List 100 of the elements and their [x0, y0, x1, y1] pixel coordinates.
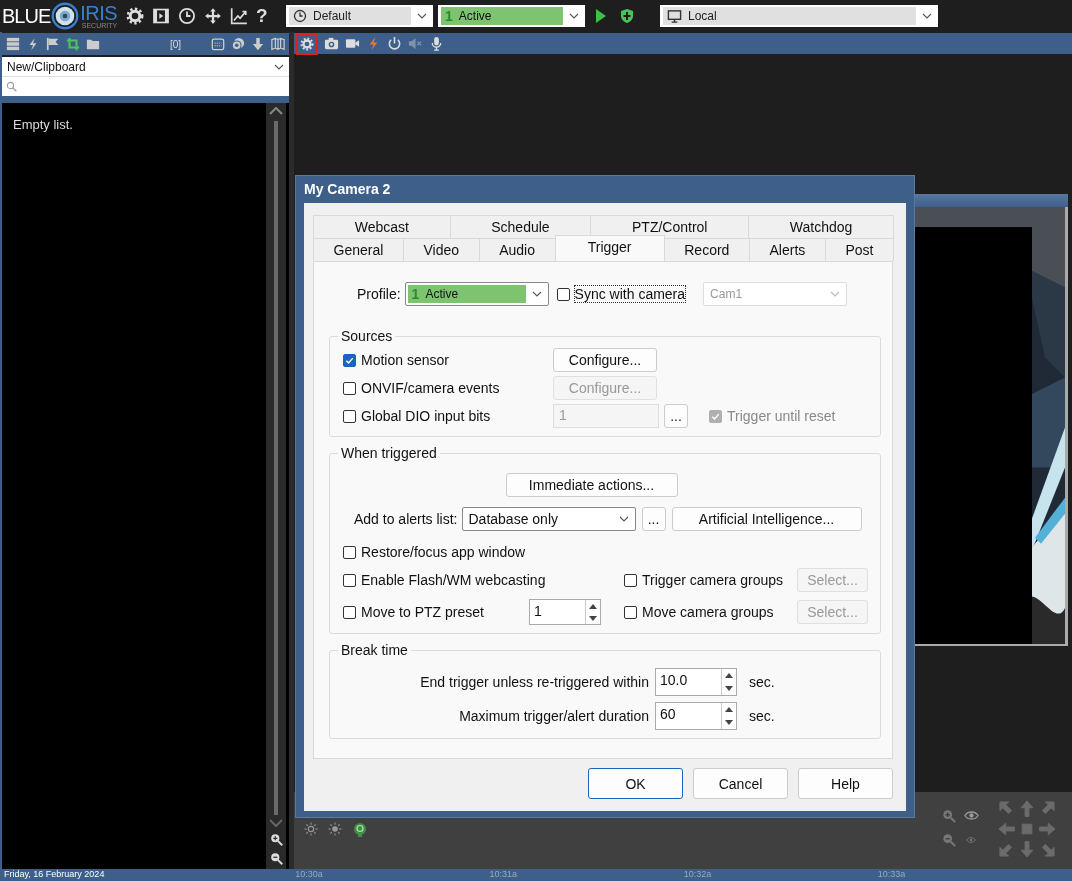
empty-message: Empty list.: [13, 117, 74, 134]
checkbox-label: Move to PTZ preset: [360, 603, 485, 621]
zoom-in-icon[interactable]: [269, 833, 283, 846]
group-title: When triggered: [340, 445, 438, 461]
alerts-list-dropdown[interactable]: Database only: [461, 507, 636, 531]
power-icon[interactable]: [387, 36, 402, 51]
crop-icon[interactable]: [66, 37, 80, 51]
dialog-title: My Camera 2: [304, 180, 392, 199]
server-dropdown[interactable]: Local: [660, 5, 938, 27]
checkbox[interactable]: [624, 573, 637, 587]
alerts-list-label: Add to alerts list:: [354, 511, 458, 527]
checkbox[interactable]: [343, 573, 356, 587]
book-icon[interactable]: [271, 37, 285, 51]
immediate-actions-button[interactable]: Immediate actions...: [505, 473, 678, 497]
checkbox[interactable]: [624, 605, 637, 619]
time-tick: 10:33a: [877, 869, 907, 879]
tab[interactable]: Watchdog: [748, 215, 895, 238]
profile-dropdown[interactable]: 1 Active: [438, 5, 585, 27]
shield-icon[interactable]: [619, 8, 635, 24]
time-tick: 10:31a: [489, 869, 518, 879]
timeline-date: Friday, 16 February 2024: [4, 869, 106, 879]
move-icon[interactable]: [204, 7, 222, 25]
calendar-icon[interactable]: [211, 37, 225, 51]
group-title: Break time: [340, 642, 409, 658]
field-label: Maximum trigger/alert duration: [458, 708, 649, 724]
flag-icon[interactable]: [46, 37, 60, 51]
checkbox[interactable]: [343, 353, 356, 367]
monitor-icon: [667, 8, 682, 24]
clip-count: [0]: [169, 38, 182, 50]
scrollbar[interactable]: [266, 103, 286, 869]
group-title: Sources: [340, 328, 394, 344]
sun-icon[interactable]: [304, 822, 318, 836]
chevron-icon: [417, 13, 427, 19]
up-arrow-icon[interactable]: [725, 707, 733, 712]
camera-icon[interactable]: [324, 36, 339, 51]
configure-button[interactable]: Configure...: [553, 348, 657, 372]
zoom-out-icon[interactable]: [269, 852, 283, 865]
microphone-icon[interactable]: [429, 36, 444, 51]
unit-label: sec.: [749, 674, 775, 690]
checkbox[interactable]: [343, 545, 356, 559]
down-arrow-icon[interactable]: [251, 37, 265, 51]
checkbox[interactable]: [343, 605, 356, 619]
checkbox[interactable]: [343, 381, 356, 395]
folder-dropdown[interactable]: New/Clipboard: [2, 57, 289, 76]
tab[interactable]: Webcast: [313, 215, 451, 238]
down-arrow-icon[interactable]: [725, 720, 733, 725]
down-arrow-icon[interactable]: [725, 686, 733, 691]
sun-icon[interactable]: [328, 822, 342, 836]
checkbox[interactable]: [343, 409, 356, 423]
tab[interactable]: General: [313, 238, 404, 261]
up-arrow-icon[interactable]: [725, 673, 733, 678]
checkbox[interactable]: [556, 287, 570, 301]
field-label: End trigger unless re-triggered within: [419, 674, 649, 690]
dialog-button[interactable]: Help: [798, 768, 893, 799]
artificial-intelligence-button[interactable]: Artificial Intelligence...: [671, 507, 862, 531]
checkbox-label: Sync with camera: [573, 285, 687, 303]
number-spinner[interactable]: 10.0: [655, 668, 737, 696]
dialog-button[interactable]: Cancel: [693, 768, 788, 799]
folder-icon[interactable]: [86, 37, 100, 51]
checkbox-label: Restore/focus app window: [360, 543, 527, 561]
chevron-icon: [618, 516, 629, 522]
chart-icon[interactable]: [230, 7, 248, 25]
timeline[interactable]: Friday, 16 February 2024 10:30a 10:31a 10:32a 10:33a: [0, 869, 1072, 881]
settings-icon[interactable]: [126, 7, 144, 25]
clock-icon: [293, 9, 307, 23]
checkbox-label: Global DIO input bits: [360, 407, 492, 425]
unit-label: sec.: [749, 708, 775, 724]
browse-button[interactable]: ...: [664, 404, 688, 428]
chevron-icon: [922, 13, 932, 19]
search-field[interactable]: [2, 76, 289, 96]
chevron-icon: [531, 291, 542, 297]
checkbox-label: Move camera groups: [641, 603, 775, 621]
down-arrow-icon[interactable]: [589, 615, 597, 621]
tab[interactable]: Trigger: [554, 235, 665, 261]
time-tick: 10:32a: [683, 869, 713, 879]
checkbox-label: Enable Flash/WM webcasting: [360, 571, 547, 589]
video-camera-icon[interactable]: [345, 36, 360, 51]
lightbulb-icon[interactable]: [352, 822, 368, 838]
badge-icon[interactable]: [231, 37, 245, 51]
up-arrow-icon[interactable]: [589, 603, 597, 609]
drawer-icon[interactable]: [6, 37, 20, 51]
preset-spinner[interactable]: 1: [529, 599, 601, 625]
profile-dropdown[interactable]: 1 Active: [404, 282, 549, 306]
number-spinner[interactable]: 60: [655, 702, 737, 730]
profile-label: Profile:: [357, 286, 401, 302]
clock-icon[interactable]: [178, 7, 196, 25]
chevron-icon: [274, 63, 284, 70]
checkbox-label: Trigger camera groups: [641, 571, 785, 589]
browse-button[interactable]: ...: [641, 507, 666, 531]
play-icon[interactable]: [596, 9, 606, 23]
checkbox-label: Trigger until reset: [726, 407, 837, 425]
eye-icon[interactable]: [963, 808, 979, 823]
film-icon[interactable]: [152, 7, 170, 25]
search-icon: [6, 81, 17, 92]
tab[interactable]: Post: [824, 238, 894, 261]
checkbox-label: Motion sensor: [360, 351, 450, 369]
schedule-dropdown[interactable]: Default: [286, 5, 433, 27]
settings-button[interactable]: [296, 32, 318, 55]
help-icon[interactable]: ?: [256, 6, 268, 26]
dialog-button[interactable]: OK: [588, 768, 683, 799]
